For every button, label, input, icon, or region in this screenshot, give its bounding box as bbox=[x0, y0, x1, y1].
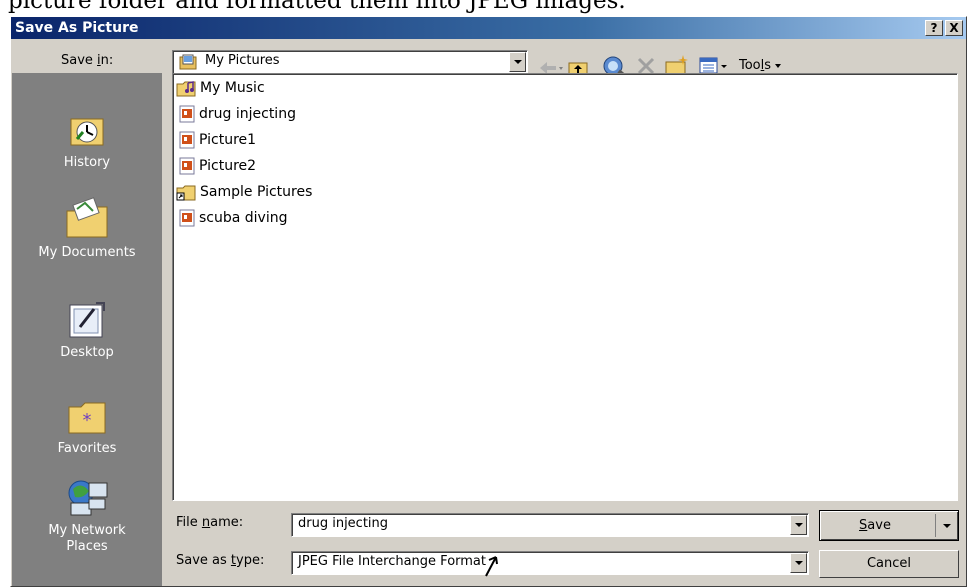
list-item[interactable]: scuba diving bbox=[179, 206, 288, 230]
help-button[interactable]: ? bbox=[925, 20, 943, 36]
file-name: Picture1 bbox=[199, 132, 257, 148]
save-in-label: Save in: bbox=[61, 53, 114, 68]
place-desktop[interactable]: Desktop bbox=[12, 299, 162, 360]
file-name: scuba diving bbox=[199, 210, 288, 226]
chevron-down-icon bbox=[943, 524, 951, 528]
save-in-dropdown[interactable]: My Pictures bbox=[172, 50, 528, 74]
file-name-value: drug injecting bbox=[298, 516, 389, 531]
desktop-icon bbox=[69, 302, 105, 338]
powerpoint-file-icon bbox=[179, 105, 195, 123]
list-item[interactable]: Picture1 bbox=[179, 128, 256, 152]
close-button[interactable]: X bbox=[945, 20, 963, 36]
save-in-value: My Pictures bbox=[205, 53, 280, 68]
file-name: My Music bbox=[200, 80, 265, 96]
place-favorites-label: Favorites bbox=[57, 441, 117, 456]
list-item[interactable]: Picture2 bbox=[179, 154, 256, 178]
file-name: drug injecting bbox=[199, 106, 296, 122]
list-item[interactable]: drug injecting bbox=[179, 102, 296, 126]
dialog-title: Save As Picture bbox=[15, 20, 139, 36]
place-desktop-label: Desktop bbox=[60, 345, 114, 360]
my-documents-icon bbox=[66, 197, 108, 238]
powerpoint-file-icon bbox=[179, 131, 195, 149]
file-name: Sample Pictures bbox=[200, 184, 313, 200]
tools-menu[interactable]: Tools bbox=[739, 58, 782, 73]
save-as-picture-dialog: Save As Picture ? X Save in: My Pictures bbox=[10, 16, 967, 587]
place-my-network-places[interactable]: My Network Places bbox=[12, 477, 162, 555]
place-my-documents-label: My Documents bbox=[38, 245, 136, 260]
save-as-type-dropdown[interactable]: JPEG File Interchange Format bbox=[291, 551, 809, 575]
document-caption-text: picture folder and formatted them into J… bbox=[8, 0, 626, 14]
powerpoint-file-icon bbox=[179, 209, 195, 227]
cancel-button[interactable]: Cancel bbox=[819, 550, 959, 578]
place-favorites[interactable]: * Favorites bbox=[12, 397, 162, 456]
history-icon bbox=[70, 118, 104, 146]
file-name-input[interactable]: drug injecting bbox=[291, 513, 809, 537]
list-item[interactable]: My Music bbox=[176, 76, 265, 100]
save-in-dropdown-arrow[interactable] bbox=[509, 52, 526, 72]
file-name-label: File name: bbox=[176, 515, 244, 530]
save-as-type-label: Save as type: bbox=[176, 553, 265, 568]
place-my-documents[interactable]: My Documents bbox=[12, 197, 162, 260]
folder-shortcut-icon bbox=[176, 185, 196, 201]
network-places-icon bbox=[68, 480, 108, 516]
list-item[interactable]: Sample Pictures bbox=[176, 180, 312, 204]
my-music-folder-icon bbox=[176, 81, 196, 97]
place-history-label: History bbox=[63, 155, 111, 170]
places-bar: History My Documents Desktop * Favorites… bbox=[12, 73, 162, 586]
save-button[interactable]: Save bbox=[819, 510, 959, 541]
save-as-type-value: JPEG File Interchange Format bbox=[298, 554, 486, 569]
save-as-type-dropdown-arrow[interactable] bbox=[790, 553, 807, 573]
chevron-down-icon bbox=[775, 63, 782, 68]
title-bar[interactable]: Save As Picture ? X bbox=[11, 17, 966, 39]
file-list[interactable]: My Music drug injecting Picture1 Picture… bbox=[172, 73, 958, 501]
save-button-label: Save bbox=[859, 518, 891, 533]
mouse-pointer-icon bbox=[485, 554, 499, 582]
place-my-network-places-label: My Network Places bbox=[48, 523, 126, 554]
file-name: Picture2 bbox=[199, 158, 257, 174]
place-history[interactable]: History bbox=[12, 111, 162, 170]
favorites-icon: * bbox=[68, 402, 106, 434]
save-options-dropdown[interactable] bbox=[935, 514, 956, 537]
svg-text:*: * bbox=[83, 410, 92, 431]
file-name-dropdown-arrow[interactable] bbox=[790, 515, 807, 535]
powerpoint-file-icon bbox=[179, 157, 195, 175]
